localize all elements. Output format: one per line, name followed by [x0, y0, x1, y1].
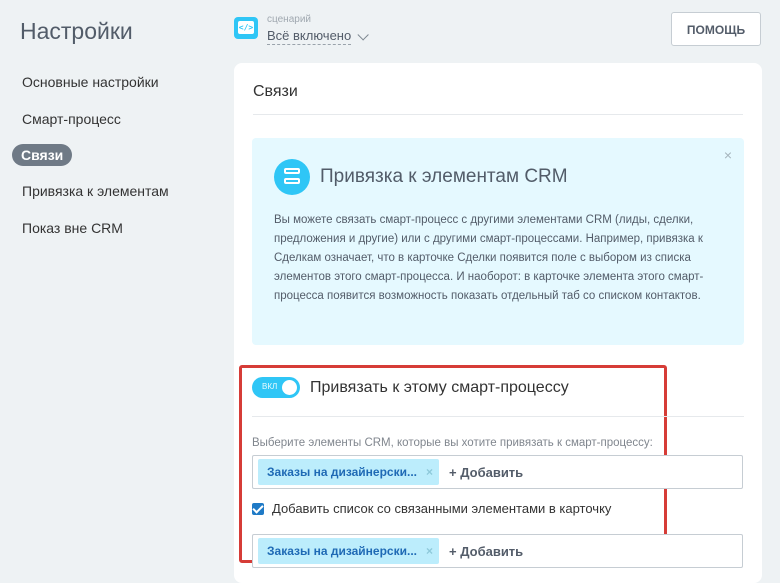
divider	[253, 114, 743, 115]
info-title: Привязка к элементам CRM	[320, 166, 568, 187]
sidebar-item-links[interactable]: Связи	[12, 144, 73, 166]
toggle-label: ВКЛ	[262, 382, 278, 391]
add-list-checkbox-row: Добавить список со связанными элементами…	[252, 501, 611, 516]
toggle-knob	[282, 380, 297, 395]
remove-tag-icon[interactable]: ×	[426, 544, 433, 558]
crm-elements-field[interactable]: Заказы на дизайнерски... × + Добавить	[252, 455, 743, 489]
sidebar: Основные настройки Смарт-процесс Связи П…	[12, 70, 222, 253]
binding-toggle[interactable]: ВКЛ	[252, 377, 300, 398]
binding-toggle-row: ВКЛ Привязать к этому смарт-процессу	[252, 377, 569, 398]
sidebar-item-show-outside-crm[interactable]: Показ вне CRM	[12, 216, 133, 240]
binding-title: Привязать к этому смарт-процессу	[310, 378, 569, 396]
divider	[252, 416, 744, 417]
close-icon[interactable]: ×	[724, 147, 732, 163]
section-title: Связи	[253, 83, 298, 100]
list-icon	[274, 159, 310, 195]
card-elements-field[interactable]: Заказы на дизайнерски... × + Добавить	[252, 534, 743, 568]
add-button[interactable]: + Добавить	[449, 465, 523, 480]
scenario-value[interactable]: Всё включено	[267, 28, 352, 45]
sidebar-item-binding[interactable]: Привязка к элементам	[12, 179, 179, 203]
code-icon-glyph: </>	[238, 21, 254, 34]
chevron-down-icon[interactable]	[357, 28, 369, 41]
add-list-checkbox[interactable]	[252, 502, 264, 515]
code-icon: </>	[234, 17, 258, 39]
main-card: Связи × Привязка к элементам CRM Вы може…	[234, 63, 762, 583]
remove-tag-icon[interactable]: ×	[426, 465, 433, 479]
sidebar-item-general[interactable]: Основные настройки	[12, 70, 169, 94]
add-button[interactable]: + Добавить	[449, 544, 523, 559]
selected-tag: Заказы на дизайнерски... ×	[258, 459, 439, 485]
select-hint: Выберите элементы CRM, которые вы хотите…	[252, 437, 653, 449]
info-box: × Привязка к элементам CRM Вы можете свя…	[252, 138, 744, 345]
tag-label: Заказы на дизайнерски...	[267, 465, 417, 479]
page-title: Настройки	[20, 18, 133, 44]
selected-tag: Заказы на дизайнерски... ×	[258, 538, 439, 564]
add-list-checkbox-label[interactable]: Добавить список со связанными элементами…	[272, 501, 611, 516]
tag-label: Заказы на дизайнерски...	[267, 544, 417, 558]
scenario-selector[interactable]: </> сценарий Всё включено	[234, 14, 369, 45]
sidebar-item-smart-process[interactable]: Смарт-процесс	[12, 107, 131, 131]
scenario-label: сценарий	[267, 14, 311, 25]
info-text: Вы можете связать смарт-процесс с другим…	[274, 214, 704, 302]
help-button[interactable]: ПОМОЩЬ	[671, 12, 761, 46]
